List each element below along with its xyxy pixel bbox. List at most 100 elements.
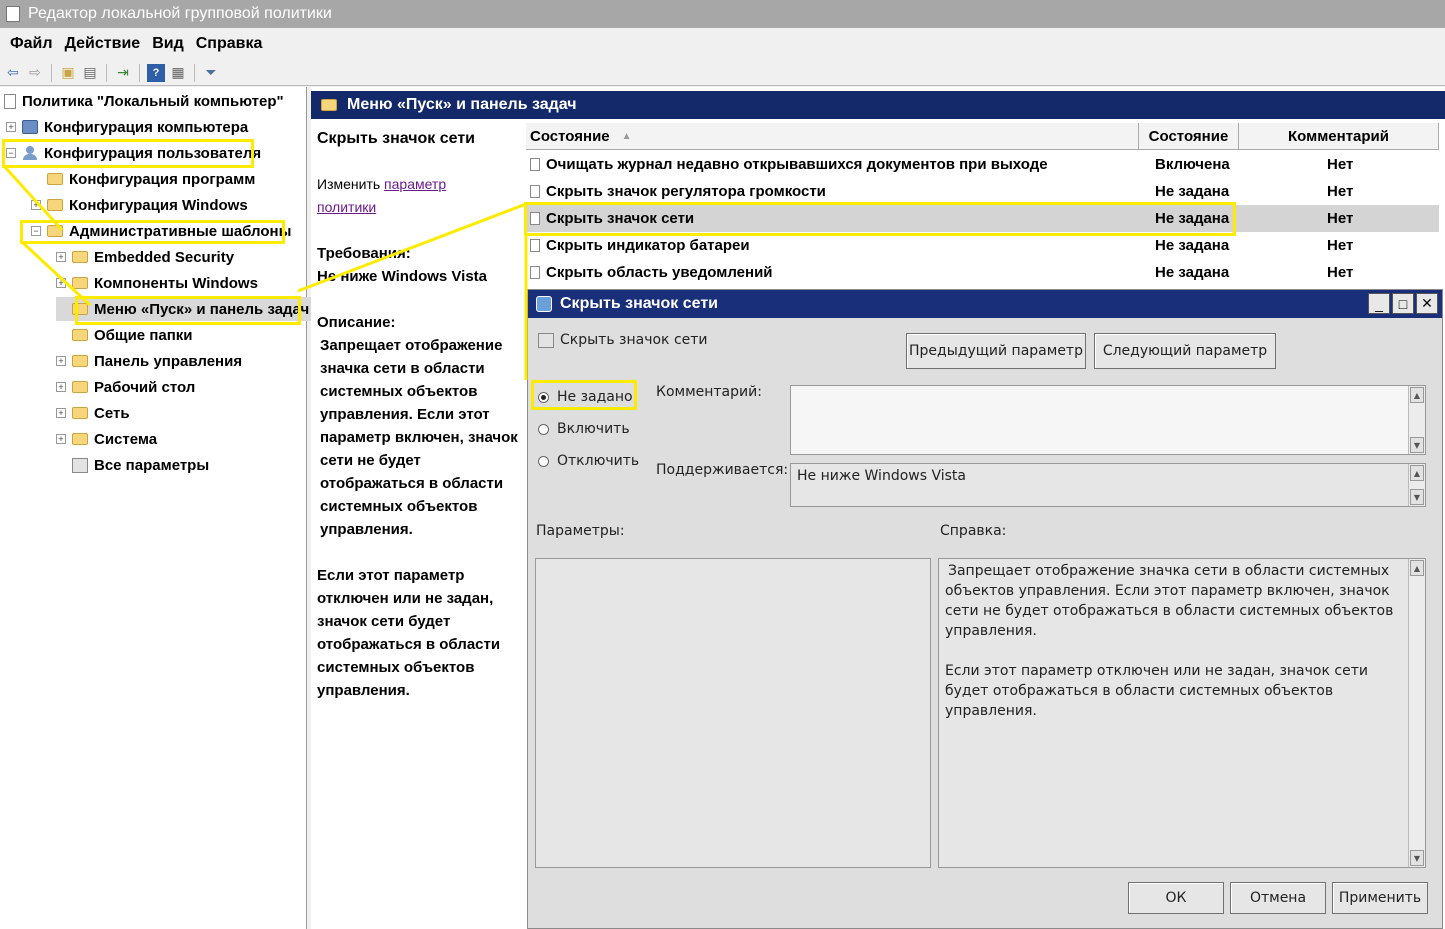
edit-policy-link[interactable]: параметр [384,176,446,192]
supported-field: Не ниже Windows Vista ▲ ▼ [790,463,1426,507]
help-panel: Запрещает отображение значка сети в обла… [938,558,1426,868]
list-header: Состояние ▲ Состояние Комментарий [526,123,1439,150]
dialog-titlebar: Скрыть значок сети _ □ ✕ [528,290,1442,318]
list-row-selected[interactable]: Скрыть значок сети Не задана Нет [526,205,1439,232]
next-setting-button[interactable]: Следующий параметр [1094,333,1276,369]
scroll-down-icon[interactable]: ▼ [1410,489,1424,505]
show-hide-tree-icon[interactable]: ▤ [81,64,99,82]
expand-icon[interactable]: + [31,200,41,210]
up-folder-icon[interactable]: ▣ [59,64,77,82]
menu-view[interactable]: Вид [146,31,190,57]
desc-title: Скрыть значок сети [317,130,476,147]
app-icon [6,6,20,22]
expand-icon[interactable]: + [56,278,66,288]
tree-item-windows-components[interactable]: + Компоненты Windows [56,271,258,295]
folder-icon [72,407,88,419]
params-label: Параметры: [536,523,625,539]
tree-panel: Политика "Локальный компьютер" + Конфигу… [0,87,314,929]
supported-scrollbar[interactable]: ▲ ▼ [1408,464,1425,506]
cancel-button[interactable]: Отмена [1230,882,1326,914]
toolbar-separator [106,63,107,82]
radio-disabled[interactable]: Отключить [538,453,639,469]
expand-icon[interactable]: + [56,382,66,392]
policy-setting-icon [530,212,540,225]
radio-not-configured[interactable]: Не задано [538,389,633,405]
column-header-comment[interactable]: Комментарий [1239,123,1439,150]
folder-icon [72,329,88,341]
tree-item-network[interactable]: + Сеть [56,401,130,425]
column-header-setting[interactable]: Состояние ▲ [526,123,1139,150]
previous-setting-button[interactable]: Предыдущий параметр [906,333,1086,369]
list-row[interactable]: Скрыть значок регулятора громкости Не за… [526,178,1439,205]
scroll-down-icon[interactable]: ▼ [1410,437,1424,453]
comment-scrollbar[interactable]: ▲ ▼ [1408,386,1425,454]
extended-description: Скрыть значок сети Изменить параметр пол… [317,127,527,702]
scroll-up-icon[interactable]: ▲ [1410,387,1424,403]
tree-item-control-panel[interactable]: + Панель управления [56,349,242,373]
ok-button[interactable]: ОК [1128,882,1224,914]
desc-description-label: Описание: [317,314,396,331]
radio-button[interactable] [538,423,549,435]
expand-icon[interactable]: + [56,356,66,366]
maximize-icon[interactable]: □ [1392,293,1414,314]
policy-setting-icon [530,185,540,198]
list-row[interactable]: Очищать журнал недавно открывавшихся док… [526,151,1439,178]
folder-icon [72,303,88,315]
list-row[interactable]: Скрыть область уведомлений Не задана Нет [526,259,1439,286]
menu-file[interactable]: Файл [4,31,59,57]
desc-description-p2: Если этот параметр отключен или не задан… [317,567,501,699]
apply-button[interactable]: Применить [1332,882,1428,914]
expand-icon[interactable]: + [56,252,66,262]
content-header: Меню «Пуск» и панель задач [311,91,1445,119]
tree-root[interactable]: Политика "Локальный компьютер" [4,89,284,113]
expand-icon[interactable]: + [56,408,66,418]
back-icon[interactable]: ⇦ [4,64,22,82]
close-icon[interactable]: ✕ [1416,293,1438,314]
forward-icon[interactable]: ⇨ [26,64,44,82]
radio-button[interactable] [538,391,549,403]
expand-icon[interactable]: + [56,434,66,444]
tree-item-embedded-security[interactable]: + Embedded Security [56,245,234,269]
settings-list: Состояние ▲ Состояние Комментарий Очищат… [526,123,1443,289]
tree-item-desktop[interactable]: + Рабочий стол [56,375,195,399]
tree-item-start-menu[interactable]: Меню «Пуск» и панель задач [56,297,314,321]
expand-icon[interactable]: + [6,122,16,132]
column-header-state[interactable]: Состояние [1139,123,1239,150]
radio-button[interactable] [538,455,549,467]
tree-item-admin-templates[interactable]: − Административные шаблоны [31,219,291,243]
folder-icon [72,355,88,367]
menu-action[interactable]: Действие [59,31,147,57]
tree-item-software-config[interactable]: Конфигурация программ [31,167,255,191]
scroll-up-icon[interactable]: ▲ [1410,465,1424,481]
menu-help[interactable]: Справка [190,31,269,57]
policy-icon [536,296,552,312]
tree-item-windows-config[interactable]: + Конфигурация Windows [31,193,248,217]
scroll-up-icon[interactable]: ▲ [1410,560,1424,576]
collapse-icon[interactable]: − [6,148,16,158]
scroll-down-icon[interactable]: ▼ [1410,850,1424,866]
filter-icon[interactable]: ⏷ [202,64,220,82]
collapse-icon[interactable]: − [31,226,41,236]
properties-icon[interactable]: ▦ [169,64,187,82]
tree-item-computer-config[interactable]: + Конфигурация компьютера [6,115,248,139]
help-icon[interactable]: ? [147,63,165,82]
window-controls: _ □ ✕ [1368,293,1438,314]
comment-field[interactable]: ▲ ▼ [790,385,1426,455]
tree-item-all-settings[interactable]: Все параметры [56,453,209,477]
sort-ascending-icon: ▲ [621,131,632,142]
help-paragraph-2: Если этот параметр отключен или не задан… [945,663,1368,719]
tree-item-shared-folders[interactable]: Общие папки [56,323,193,347]
tree-item-system[interactable]: + Система [56,427,157,451]
help-scrollbar[interactable]: ▲ ▼ [1408,559,1425,867]
setting-icon [538,332,554,348]
export-icon[interactable]: ⇥ [114,64,132,82]
edit-policy-link-2[interactable]: политики [317,199,376,215]
tree-item-user-config[interactable]: − Конфигурация пользователя [6,141,261,165]
computer-icon [22,120,38,134]
minimize-icon[interactable]: _ [1368,293,1390,314]
list-row[interactable]: Скрыть индикатор батареи Не задана Нет [526,232,1439,259]
radio-enabled[interactable]: Включить [538,421,630,437]
